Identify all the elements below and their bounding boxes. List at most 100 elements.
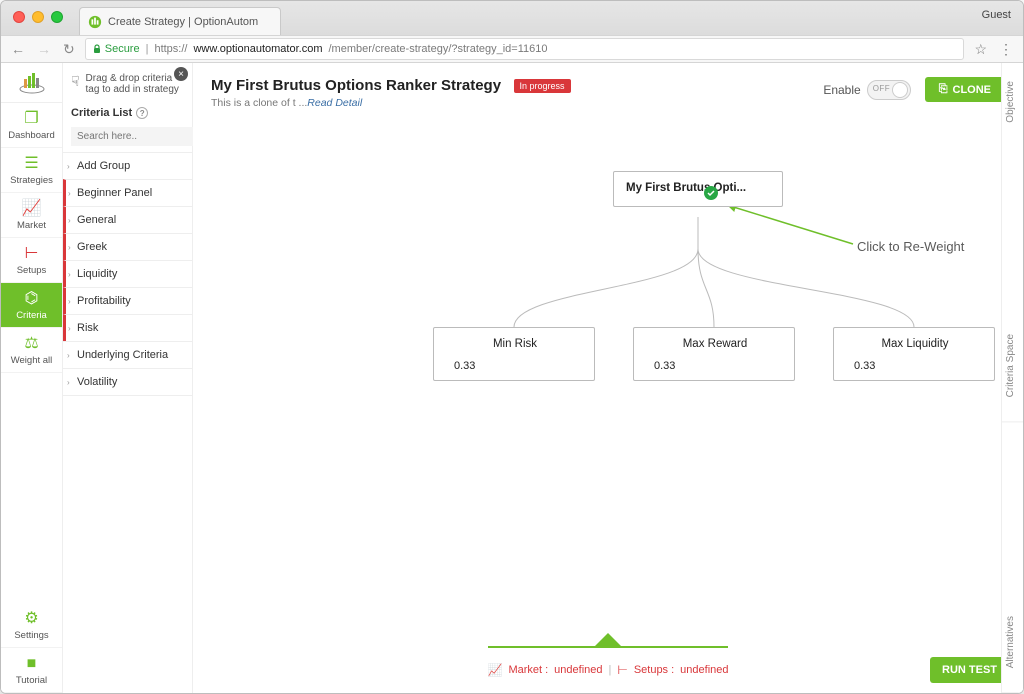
app-logo[interactable] [1, 63, 63, 103]
side-tabs: Objective Criteria Space Alternatives [1001, 63, 1023, 693]
criteria-item-label: Volatility [77, 376, 117, 388]
maximize-window-icon[interactable] [51, 11, 63, 23]
drag-hint: ☟ Drag & drop criteria tag to add in str… [63, 63, 192, 103]
browser-tab-strip: Create Strategy | OptionAutom Guest [1, 1, 1023, 35]
toggle-off-label: OFF [873, 84, 891, 93]
nav-strategies[interactable]: ☰Strategies [1, 148, 62, 193]
nav-label: Weight all [11, 355, 53, 366]
child-node-max-liquidity[interactable]: Max Liquidity 0.33 [833, 327, 995, 381]
minimize-window-icon[interactable] [32, 11, 44, 23]
clone-label: CLONE [953, 84, 992, 96]
criteria-item-risk[interactable]: › Risk [63, 314, 192, 341]
tree-lines [193, 119, 1023, 647]
sidebar-nav: ❐ Dashboard ☰Strategies 📈Market ⊢Setups ⌬… [1, 63, 63, 693]
enable-toggle[interactable]: OFF [867, 80, 911, 100]
side-tab-objective[interactable]: Objective [1002, 63, 1023, 141]
status-badge: In progress [514, 79, 571, 93]
annotation-label: Click to Re-Weight [857, 239, 964, 254]
criteria-item-label: Beginner Panel [77, 187, 152, 199]
criteria-item-volatility[interactable]: › Volatility [63, 368, 192, 396]
chevron-right-icon: › [68, 324, 71, 333]
child-value: 0.33 [846, 360, 984, 372]
nav-tutorial[interactable]: ■Tutorial [1, 648, 62, 693]
close-window-icon[interactable] [13, 11, 25, 23]
nav-market[interactable]: 📈Market [1, 193, 62, 238]
lock-icon [92, 44, 102, 54]
criteria-item-liquidity[interactable]: ›Liquidity [63, 260, 192, 287]
chevron-right-icon: › [68, 216, 71, 225]
clone-icon: ⎘ [939, 83, 948, 96]
criteria-item-label: Underlying Criteria [77, 349, 168, 361]
help-icon[interactable]: ? [136, 107, 148, 119]
nav-dashboard[interactable]: ❐ Dashboard [1, 103, 62, 148]
nav-setups[interactable]: ⊢Setups [1, 238, 62, 283]
star-icon[interactable]: ☆ [974, 41, 987, 58]
nav-criteria[interactable]: ⌬Criteria [1, 283, 62, 328]
url-field[interactable]: Secure | https://www.optionautomator.com… [85, 38, 965, 60]
setups-label: Setups : [634, 664, 674, 676]
criteria-item-label: Profitability [77, 295, 131, 307]
chevron-right-icon: › [67, 378, 70, 387]
dashboard-icon: ❐ [1, 111, 62, 127]
nav-weight-all[interactable]: ⚖Weight all [1, 328, 62, 373]
nav-settings[interactable]: ⚙ Settings [1, 603, 62, 648]
reload-icon[interactable]: ↻ [63, 41, 75, 58]
criteria-item-label: Risk [77, 322, 98, 334]
setups-icon: ⊢ [1, 246, 62, 262]
criteria-item-greek[interactable]: ›Greek [63, 233, 192, 260]
child-value: 0.33 [646, 360, 784, 372]
criteria-item-profitability[interactable]: › Profitability [63, 287, 192, 314]
enable-label: Enable [823, 83, 860, 97]
chevron-right-icon: › [68, 189, 71, 198]
close-icon[interactable]: × [174, 67, 188, 81]
child-title: Max Reward [646, 338, 784, 350]
setups-value: undefined [680, 664, 728, 676]
market-icon: 📈 [487, 663, 502, 677]
criteria-list: › Add Group › Beginner Panel ›General ›Gre… [63, 152, 192, 396]
guest-label: Guest [982, 9, 1011, 21]
side-tab-criteria-space[interactable]: Criteria Space [1002, 310, 1023, 422]
url-scheme: https:// [154, 43, 187, 55]
criteria-heading: Criteria List ? [63, 103, 192, 125]
criteria-item-add-group[interactable]: › Add Group [63, 152, 192, 179]
status-row: 📈 Market : undefined | ⊢ Setups : undefi… [487, 663, 728, 677]
check-icon[interactable] [704, 186, 718, 200]
nav-label: Dashboard [8, 130, 54, 141]
read-detail-link[interactable]: Read Detail [307, 97, 362, 109]
setups-icon: ⊢ [617, 663, 627, 677]
drag-icon: ☟ [71, 73, 80, 95]
browser-tab[interactable]: Create Strategy | OptionAutom [79, 7, 281, 35]
criteria-item-beginner[interactable]: › Beginner Panel [63, 179, 192, 206]
root-node[interactable]: My First Brutus Opti... [613, 171, 783, 207]
criteria-item-general[interactable]: ›General [63, 206, 192, 233]
chevron-right-icon: › [67, 162, 70, 171]
run-test-button[interactable]: RUN TEST [930, 657, 1009, 683]
side-tab-alternatives[interactable]: Alternatives [1002, 592, 1023, 693]
child-title: Min Risk [446, 338, 584, 350]
criteria-item-label: Add Group [77, 160, 130, 172]
chevron-right-icon: › [68, 243, 71, 252]
toggle-knob [892, 82, 908, 98]
nav-label: Strategies [10, 175, 53, 186]
footer-bar: 📈 Market : undefined | ⊢ Setups : undefi… [193, 647, 1023, 693]
chevron-right-icon: › [68, 297, 71, 306]
criteria-item-underlying[interactable]: ›Underlying Criteria [63, 341, 192, 368]
gear-icon: ⚙ [1, 611, 62, 627]
window-controls[interactable] [13, 11, 63, 23]
menu-icon[interactable]: ⋮ [999, 41, 1013, 58]
child-node-max-reward[interactable]: Max Reward 0.33 [633, 327, 795, 381]
nav-label: Settings [14, 630, 48, 641]
url-path: /member/create-strategy/?strategy_id=116… [329, 43, 548, 55]
footer-expand[interactable] [488, 633, 728, 654]
page-title: My First Brutus Options Ranker Strategy [211, 77, 501, 94]
clone-button[interactable]: ⎘ CLONE [925, 77, 1005, 102]
back-icon[interactable]: ← [11, 41, 25, 58]
nav-label: Tutorial [16, 675, 47, 686]
tab-title: Create Strategy | OptionAutom [108, 16, 258, 28]
strategy-canvas[interactable]: My First Brutus Opti... Click to Re-Weig… [193, 119, 1023, 647]
subtitle: This is a clone of t ...Read Detail [211, 97, 813, 109]
chevron-right-icon: › [68, 270, 71, 279]
child-node-min-risk[interactable]: Min Risk 0.33 [433, 327, 595, 381]
forward-icon[interactable]: → [37, 41, 51, 58]
enable-control: Enable OFF [823, 80, 910, 100]
